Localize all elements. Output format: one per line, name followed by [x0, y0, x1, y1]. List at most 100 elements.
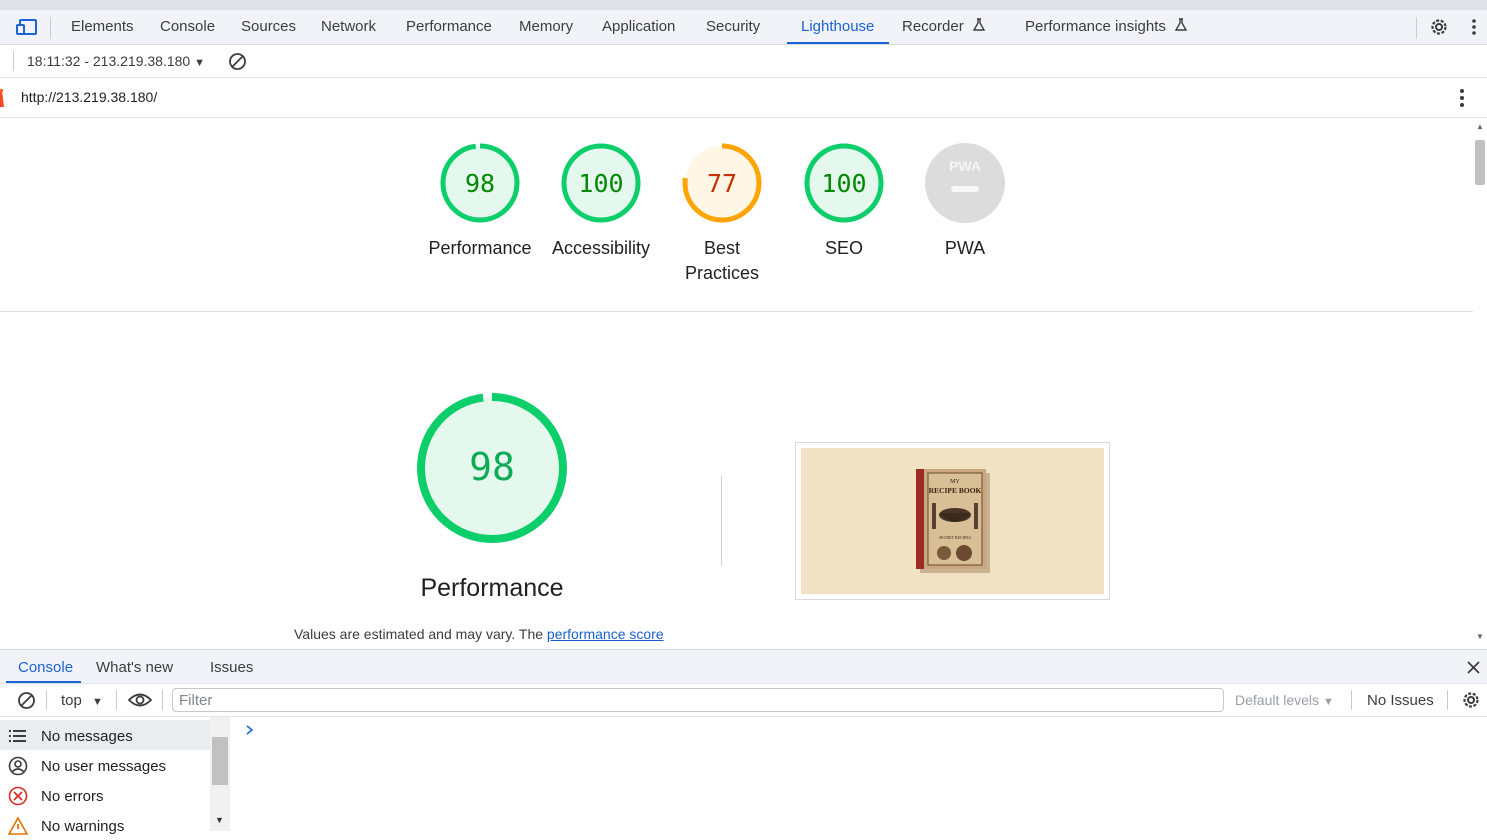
- gauge-ring: 100: [561, 143, 641, 223]
- dropdown-arrow-icon: ▼: [1322, 696, 1334, 708]
- log-levels-label: Default levels: [1235, 692, 1320, 708]
- tabbar-separator: [1416, 17, 1417, 39]
- console-sidebar: No messages No user messages No errors N…: [0, 717, 230, 835]
- dropdown-arrow-icon: ▼: [194, 57, 205, 69]
- tab-performance[interactable]: Performance: [406, 18, 492, 35]
- tab-lighthouse[interactable]: Lighthouse: [801, 18, 874, 35]
- more-options-icon[interactable]: [1470, 18, 1478, 36]
- toolbar-separator: [162, 690, 163, 710]
- console-prompt-icon[interactable]: [245, 724, 255, 736]
- device-toolbar-icon[interactable]: [16, 18, 38, 36]
- sidebar-item-label: No user messages: [41, 758, 167, 775]
- context-selector[interactable]: top ▼: [61, 692, 103, 709]
- clear-console-icon[interactable]: [17, 691, 36, 710]
- console-settings-gear-icon[interactable]: [1461, 690, 1481, 710]
- scrollbar-thumb[interactable]: [212, 737, 228, 785]
- pwa-badge-icon: PWA: [925, 143, 1005, 223]
- section-divider: [0, 311, 1473, 312]
- drawer-tab-issues[interactable]: Issues: [210, 659, 253, 676]
- sidebar-item-label: No messages: [41, 728, 133, 745]
- drawer-tabbar: Console What's new Issues: [0, 649, 1487, 684]
- tab-application[interactable]: Application: [602, 18, 675, 35]
- scrollbar-thumb[interactable]: [1475, 140, 1485, 185]
- drawer-tab-whats-new[interactable]: What's new: [96, 659, 173, 676]
- warning-icon: [8, 816, 28, 835]
- tab-network[interactable]: Network: [321, 18, 376, 35]
- tab-sources[interactable]: Sources: [241, 18, 296, 35]
- sidebar-item-messages[interactable]: No messages: [0, 720, 210, 750]
- gauge-label: PWA: [944, 238, 986, 258]
- settings-gear-icon[interactable]: [1429, 17, 1449, 37]
- flask-icon: [1174, 18, 1188, 31]
- report-url: http://213.219.38.180/: [21, 89, 158, 105]
- gauge-score: 100: [578, 169, 623, 198]
- gauge-score: 77: [707, 169, 737, 198]
- tab-recorder[interactable]: Recorder: [902, 18, 986, 35]
- report-selector[interactable]: 18:11:32 - 213.219.38.180 ▼: [27, 53, 205, 69]
- performance-gauge-large: 98: [417, 393, 567, 543]
- book-subtitle: SECRET RECIPES: [939, 535, 971, 540]
- lighthouse-toolbar: 18:11:32 - 213.219.38.180 ▼: [0, 45, 1487, 78]
- toolbar-separator: [116, 690, 117, 710]
- close-drawer-icon[interactable]: [1466, 660, 1481, 675]
- gauge-ring: 77: [682, 143, 762, 223]
- error-icon: [8, 786, 28, 806]
- drawer-active-underline: [6, 681, 81, 683]
- performance-note-text: Values are estimated and may vary. The: [294, 626, 547, 642]
- console-toolbar: top ▼ Filter Default levels ▼ No Issues: [0, 684, 1487, 717]
- report-scrollbar[interactable]: ▲ ▼: [1473, 118, 1487, 649]
- scroll-down-arrow-icon[interactable]: ▼: [1476, 632, 1484, 641]
- gauge-label-line: Best: [703, 238, 741, 258]
- final-screenshot[interactable]: MY RECIPE BOOK SECRET RECIPES: [795, 442, 1110, 600]
- gauge-label: Accessibility: [551, 238, 651, 258]
- gauge-label: Best Practices: [662, 236, 782, 286]
- tab-performance-insights[interactable]: Performance insights: [1025, 18, 1188, 35]
- performance-score-large: 98: [469, 445, 515, 489]
- filter-input[interactable]: Filter: [172, 688, 1224, 712]
- drawer-tab-console[interactable]: Console: [18, 659, 73, 676]
- book-title-small: MY: [950, 479, 960, 485]
- list-icon: [9, 730, 26, 742]
- tab-elements[interactable]: Elements: [71, 18, 134, 35]
- issues-counter[interactable]: No Issues: [1367, 692, 1434, 709]
- sidebar-item-warnings[interactable]: No warnings: [0, 810, 210, 840]
- gauge-score: 100: [821, 169, 866, 198]
- gauge-ring: 100: [804, 143, 884, 223]
- tabbar-separator: [50, 17, 51, 39]
- tab-performance-insights-label: Performance insights: [1025, 18, 1166, 35]
- sidebar-item-user-messages[interactable]: No user messages: [0, 750, 210, 780]
- tab-console[interactable]: Console: [160, 18, 215, 35]
- lighthouse-report: 98 Performance 100 Accessibility 77 Best…: [0, 118, 1473, 649]
- toolbar-separator: [13, 51, 14, 71]
- clear-reports-icon[interactable]: [228, 52, 247, 71]
- report-menu-icon[interactable]: [1458, 88, 1466, 108]
- sidebar-scrollbar[interactable]: ▼: [210, 717, 230, 831]
- tab-memory[interactable]: Memory: [519, 18, 573, 35]
- tab-recorder-label: Recorder: [902, 18, 964, 35]
- user-icon: [8, 756, 28, 776]
- performance-score-link[interactable]: performance score: [547, 626, 664, 642]
- performance-note: Values are estimated and may vary. The p…: [294, 626, 664, 642]
- gauge-label: SEO: [824, 238, 863, 258]
- performance-title: Performance: [420, 574, 564, 602]
- active-tab-underline: [787, 42, 889, 44]
- toolbar-separator: [1351, 690, 1352, 710]
- gauge-score: 98: [465, 169, 495, 198]
- report-selector-label: 18:11:32 - 213.219.38.180: [27, 53, 191, 69]
- tab-security[interactable]: Security: [706, 18, 760, 35]
- sidebar-item-errors[interactable]: No errors: [0, 780, 210, 810]
- book-title: RECIPE BOOK: [929, 486, 982, 495]
- toolbar-separator: [1447, 690, 1448, 710]
- gauge-label: Performance: [428, 238, 532, 258]
- section-vertical-divider: [721, 476, 722, 566]
- sidebar-item-label: No warnings: [41, 818, 125, 835]
- sidebar-item-label: No errors: [41, 788, 104, 805]
- recipe-book-image: MY RECIPE BOOK SECRET RECIPES: [916, 469, 990, 573]
- log-levels-dropdown[interactable]: Default levels ▼: [1235, 692, 1334, 708]
- live-expression-eye-icon[interactable]: [128, 692, 152, 708]
- gauge-label-line: Practices: [684, 263, 760, 283]
- toolbar-separator: [46, 690, 47, 710]
- scroll-down-arrow-icon[interactable]: ▼: [215, 815, 224, 825]
- scroll-up-arrow-icon[interactable]: ▲: [1476, 122, 1484, 131]
- pwa-badge-text: PWA: [949, 158, 981, 174]
